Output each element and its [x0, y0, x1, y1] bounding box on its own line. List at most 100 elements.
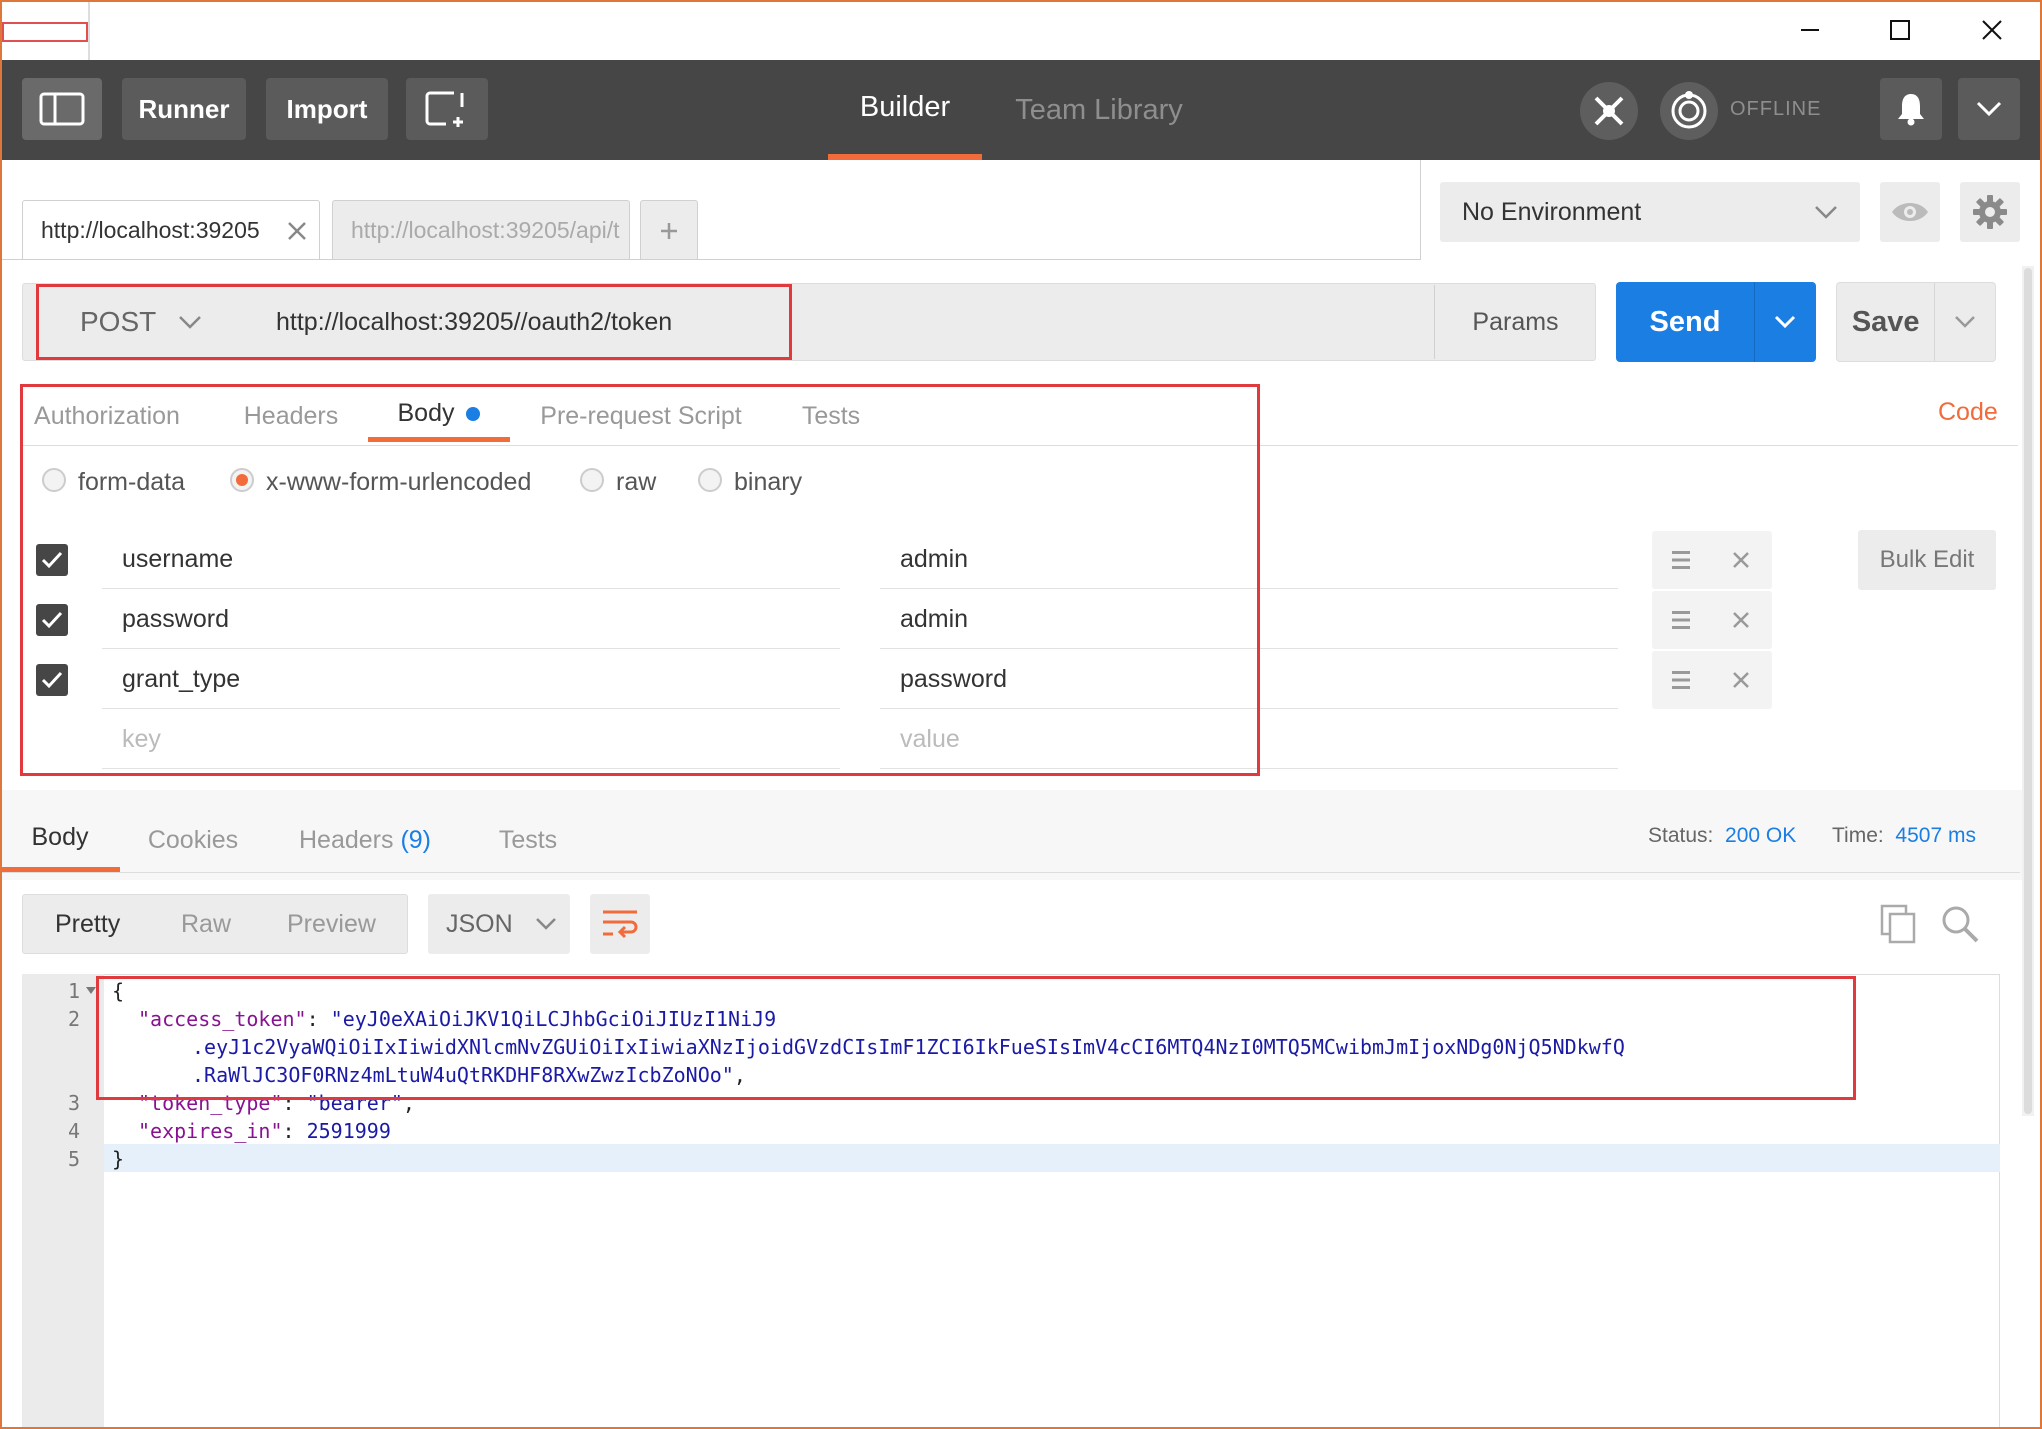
- main-scrollbar[interactable]: [2022, 266, 2034, 1116]
- new-value-input[interactable]: value: [880, 711, 1618, 769]
- nav-tab-builder[interactable]: Builder: [828, 60, 982, 160]
- request-tab[interactable]: http://localhost:39205/api/t: [332, 200, 630, 260]
- environment-divider: [1420, 160, 1421, 260]
- json-line-access-token: "access_token": "eyJ0eXAiOiJKV1QiLCJhbGc…: [138, 1007, 777, 1031]
- plus-icon: [661, 222, 677, 239]
- value-input[interactable]: password: [880, 651, 1618, 709]
- view-preview-button[interactable]: Preview: [287, 895, 376, 953]
- radio-x-www-form-urlencoded[interactable]: [230, 468, 254, 492]
- key-input[interactable]: username: [102, 531, 840, 589]
- tab-body[interactable]: Body: [368, 390, 510, 442]
- fold-arrow-icon[interactable]: [86, 987, 96, 995]
- time-label: Time:: [1832, 824, 1884, 847]
- tab-pre-request-script[interactable]: Pre-request Script: [534, 390, 748, 442]
- gear-icon: [1973, 195, 2007, 229]
- view-pretty-button[interactable]: Pretty: [55, 895, 120, 953]
- sidebar-toggle-button[interactable]: [22, 78, 102, 140]
- send-button[interactable]: Send: [1616, 282, 1816, 362]
- sync-button[interactable]: [1660, 82, 1718, 140]
- interceptor-button[interactable]: [1580, 82, 1638, 140]
- delete-row-icon[interactable]: [1732, 671, 1750, 689]
- row-checkbox[interactable]: [36, 664, 68, 696]
- json-string: "bearer": [306, 1091, 403, 1115]
- chevron-down-icon: [1955, 316, 1976, 328]
- row-checkbox[interactable]: [36, 604, 68, 636]
- new-key-input[interactable]: key: [102, 711, 840, 769]
- delete-row-icon[interactable]: [1732, 611, 1750, 629]
- checkmark-icon: [41, 551, 63, 569]
- close-window-icon[interactable]: [1962, 8, 2022, 52]
- json-string-continuation: .eyJ1c2VyaWQiOiIxIiwidXNlcmNvZGUiOiIxIiw…: [192, 1035, 1625, 1059]
- value-input[interactable]: admin: [880, 591, 1618, 649]
- line-number: 3: [67, 1091, 80, 1115]
- radio-raw[interactable]: [580, 468, 604, 492]
- params-button[interactable]: Params: [1434, 285, 1596, 359]
- response-format-select[interactable]: JSON: [428, 894, 570, 954]
- code-link[interactable]: Code: [1938, 398, 1998, 427]
- response-tab-cookies[interactable]: Cookies: [140, 808, 246, 872]
- wrap-lines-button[interactable]: [590, 894, 650, 954]
- request-tab[interactable]: http://localhost:39205: [22, 200, 320, 260]
- response-tab-headers[interactable]: Headers (9): [290, 808, 440, 872]
- search-icon[interactable]: [1940, 904, 1980, 944]
- environment-quick-look-button[interactable]: [1880, 182, 1940, 242]
- new-window-icon: [425, 91, 464, 127]
- method-select[interactable]: POST: [38, 288, 252, 356]
- drag-handle-icon[interactable]: [1672, 550, 1690, 570]
- sync-status-label: OFFLINE: [1730, 98, 1822, 120]
- view-raw-button[interactable]: Raw: [181, 895, 231, 953]
- environment-select[interactable]: No Environment: [1440, 182, 1860, 242]
- bulk-edit-button[interactable]: Bulk Edit: [1858, 530, 1996, 590]
- drag-handle-icon[interactable]: [1672, 610, 1690, 630]
- radio-binary-label: binary: [734, 468, 803, 496]
- radio-form-data[interactable]: [42, 468, 66, 492]
- send-options-button[interactable]: [1755, 315, 1815, 329]
- new-tab-button[interactable]: [640, 200, 698, 260]
- key-input[interactable]: grant_type: [102, 651, 840, 709]
- value-input[interactable]: admin: [880, 531, 1618, 589]
- active-line-highlight: [104, 1144, 2000, 1172]
- settings-menu-button[interactable]: [1958, 78, 2020, 140]
- new-window-button[interactable]: [406, 78, 488, 140]
- line-number: 2: [67, 1007, 80, 1031]
- url-input[interactable]: http://localhost:39205//oauth2/token: [254, 285, 1434, 359]
- headers-count: (9): [400, 825, 431, 854]
- drag-handle-icon[interactable]: [1672, 670, 1690, 690]
- delete-row-icon[interactable]: [1732, 551, 1750, 569]
- manage-environments-button[interactable]: [1960, 182, 2020, 242]
- request-tab-label: http://localhost:39205/api/t: [351, 217, 620, 243]
- row-actions: [1652, 531, 1772, 589]
- response-format-label: JSON: [446, 909, 513, 938]
- response-tab-body[interactable]: Body: [0, 808, 120, 872]
- tab-body-label: Body: [397, 399, 455, 427]
- close-tab-icon[interactable]: [287, 221, 307, 241]
- window-titlebar: [0, 0, 2042, 60]
- response-view-toggle: Pretty Raw Preview: [22, 894, 408, 954]
- save-label: Save: [1851, 305, 1920, 338]
- checkmark-icon: [41, 671, 63, 689]
- copy-icon[interactable]: [1880, 904, 1918, 944]
- key-input[interactable]: password: [102, 591, 840, 649]
- minimize-icon[interactable]: [1780, 8, 1840, 52]
- radio-binary[interactable]: [698, 468, 722, 492]
- satellite-icon: [1594, 96, 1624, 126]
- save-button[interactable]: Save: [1836, 282, 1996, 362]
- line-number: 4: [67, 1119, 80, 1143]
- json-number: 2591999: [306, 1119, 391, 1143]
- notifications-button[interactable]: [1880, 78, 1942, 140]
- nav-tab-team-library[interactable]: Team Library: [1004, 60, 1194, 160]
- status-value: 200 OK: [1725, 824, 1797, 847]
- runner-button[interactable]: Runner: [122, 78, 246, 140]
- import-button[interactable]: Import: [266, 78, 388, 140]
- response-tab-tests[interactable]: Tests: [488, 808, 568, 872]
- radio-x-www-form-urlencoded-label: x-www-form-urlencoded: [266, 468, 532, 496]
- json-key: "token_type": [138, 1091, 283, 1115]
- row-checkbox[interactable]: [36, 544, 68, 576]
- save-options-button[interactable]: [1935, 315, 1995, 329]
- maximize-icon[interactable]: [1870, 8, 1930, 52]
- subtabs-divider: [22, 445, 2018, 446]
- tab-authorization[interactable]: Authorization: [22, 390, 192, 442]
- response-status: Status: 200 OK: [1648, 824, 1796, 848]
- tab-tests[interactable]: Tests: [786, 390, 876, 442]
- tab-headers[interactable]: Headers: [232, 390, 350, 442]
